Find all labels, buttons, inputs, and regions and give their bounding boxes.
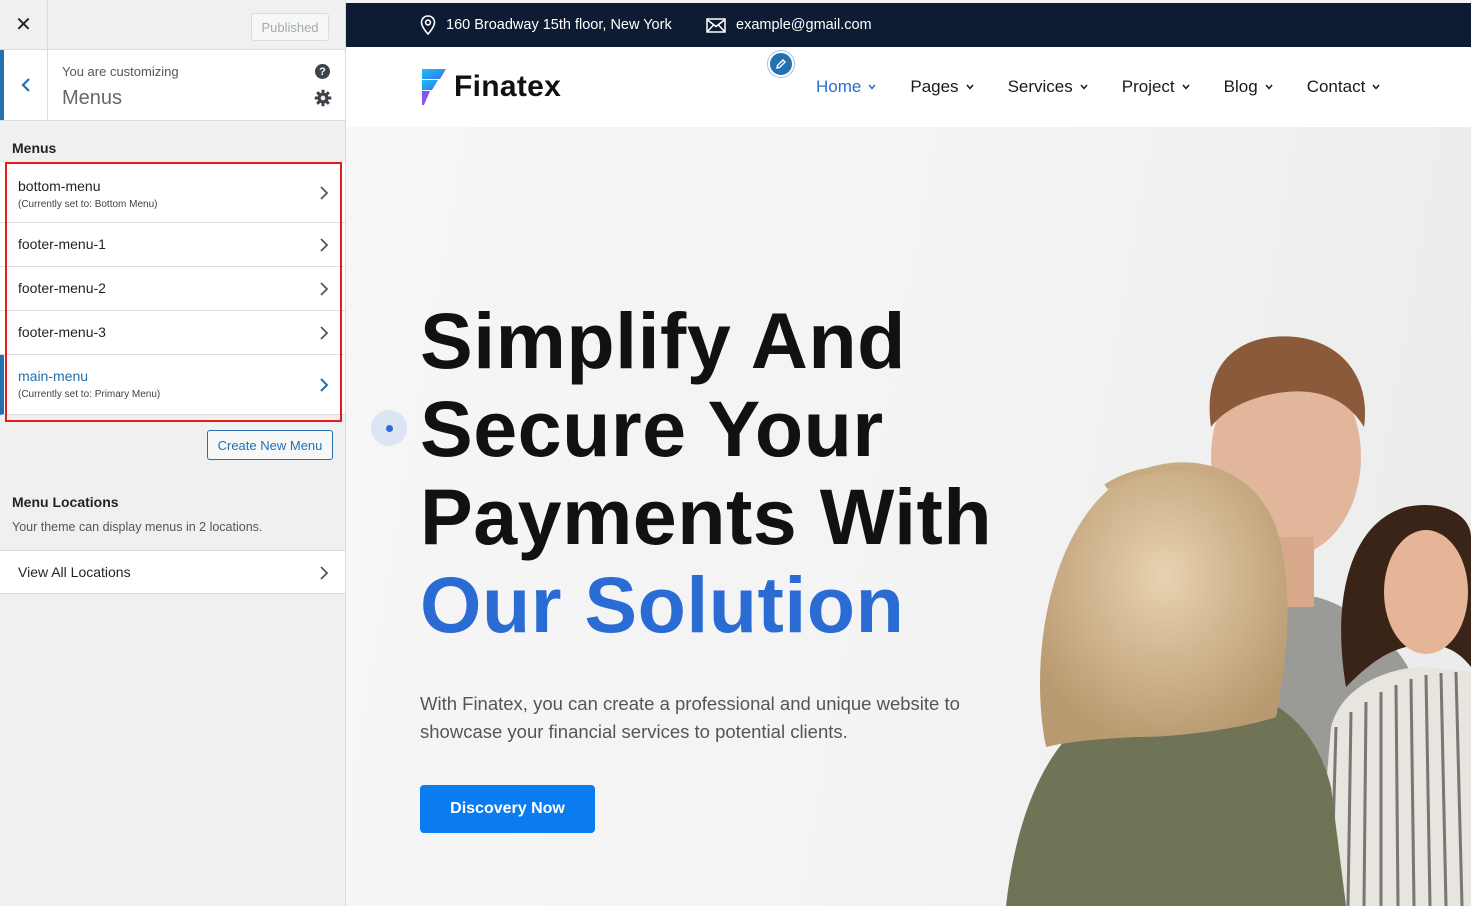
nav-pages[interactable]: Pages [910,77,974,97]
menu-item-name: footer-menu-3 [18,324,106,340]
hero-heading-line-1: Simplify And [420,296,906,385]
chevron-right-icon [320,281,329,296]
chevron-right-icon [320,237,329,252]
help-icon[interactable]: ? [315,64,330,79]
create-new-menu-button[interactable]: Create New Menu [207,430,333,460]
nav-home[interactable]: Home [816,77,876,97]
close-icon[interactable]: ✕ [0,0,48,49]
published-button[interactable]: Published [251,13,329,41]
main-navigation: Home Pages Services Project Blog Contact [816,47,1414,127]
menu-item-location: (Currently set to: Bottom Menu) [18,199,158,210]
chevron-down-icon [1372,84,1380,90]
chevron-down-icon [1265,84,1273,90]
logo-text: Finatex [454,70,562,103]
top-info-bar: 160 Broadway 15th floor, New York exampl… [346,3,1471,47]
hero-heading-accent: Our Solution [420,560,905,649]
menu-locations-heading: Menu Locations [12,494,119,510]
back-button[interactable] [0,50,48,120]
menu-item-footer-menu-3[interactable]: footer-menu-3 [0,311,345,355]
nav-label: Services [1007,77,1073,96]
chevron-right-icon [320,185,329,200]
chevron-right-icon [320,325,329,340]
address-info: 160 Broadway 15th floor, New York [420,3,672,47]
site-navbar: Finatex Home Pages Services Project Blog… [346,47,1471,127]
hero-people-image [1006,336,1471,906]
site-logo[interactable]: Finatex [420,67,561,107]
edit-shortcut-button[interactable] [768,51,794,77]
menu-item-name: footer-menu-1 [18,236,106,252]
chevron-right-icon [320,377,329,392]
menu-list: bottom-menu (Currently set to: Bottom Me… [0,163,345,415]
nav-label: Blog [1223,77,1258,96]
menu-item-main-menu[interactable]: main-menu (Currently set to: Primary Men… [0,355,345,415]
nav-contact[interactable]: Contact [1307,77,1381,97]
hero-section: Simplify And Secure Your Payments With O… [346,127,1471,906]
chevron-left-icon [20,78,30,92]
view-all-locations-button[interactable]: View All Locations [0,550,345,594]
nav-label: Home [816,77,862,96]
chevron-down-icon [965,84,974,90]
nav-project[interactable]: Project [1122,77,1190,97]
chevron-down-icon [1182,84,1190,90]
chevron-down-icon [1080,84,1088,90]
menu-item-footer-menu-2[interactable]: footer-menu-2 [0,267,345,311]
hero-heading: Simplify And Secure Your Payments With O… [420,297,992,649]
menu-locations-description: Your theme can display menus in 2 locati… [12,520,263,534]
menu-item-footer-menu-1[interactable]: footer-menu-1 [0,223,345,267]
menu-item-name: bottom-menu [18,178,101,194]
address-text: 160 Broadway 15th floor, New York [446,17,672,33]
envelope-icon [706,17,726,33]
menus-heading: Menus [12,140,57,156]
slider-dot[interactable] [371,410,407,446]
panel-title-section: You are customizing Menus ? [0,50,345,121]
map-pin-icon [420,15,436,35]
nav-label: Pages [910,77,959,96]
hero-heading-line-2: Secure Your [420,384,884,473]
site-preview: 160 Broadway 15th floor, New York exampl… [346,0,1471,906]
email-text[interactable]: example@gmail.com [736,17,872,33]
logo-mark-icon [422,69,446,105]
customizer-sidebar: ✕ Published You are customizing Menus ? … [0,0,346,906]
nav-label: Project [1121,77,1175,96]
discovery-now-button[interactable]: Discovery Now [420,785,595,833]
gear-icon[interactable] [314,89,332,107]
chevron-down-icon [868,84,876,90]
email-info: example@gmail.com [706,3,872,47]
menu-item-location: (Currently set to: Primary Menu) [18,389,161,400]
customizer-header: ✕ Published [0,0,345,50]
view-all-locations-label: View All Locations [18,564,131,580]
hero-heading-line-3: Payments With [420,472,993,561]
nav-label: Contact [1306,77,1366,96]
pencil-icon [776,59,786,69]
panel-title: Menus [62,87,123,109]
chevron-right-icon [320,566,329,580]
nav-blog[interactable]: Blog [1224,77,1273,97]
nav-services[interactable]: Services [1008,77,1088,97]
customizing-label: You are customizing [62,64,179,79]
menu-item-name: main-menu [18,368,89,384]
hero-description: With Finatex, you can create a professio… [420,693,960,742]
menu-item-name: footer-menu-2 [18,280,106,296]
menu-item-bottom-menu[interactable]: bottom-menu (Currently set to: Bottom Me… [0,163,345,223]
